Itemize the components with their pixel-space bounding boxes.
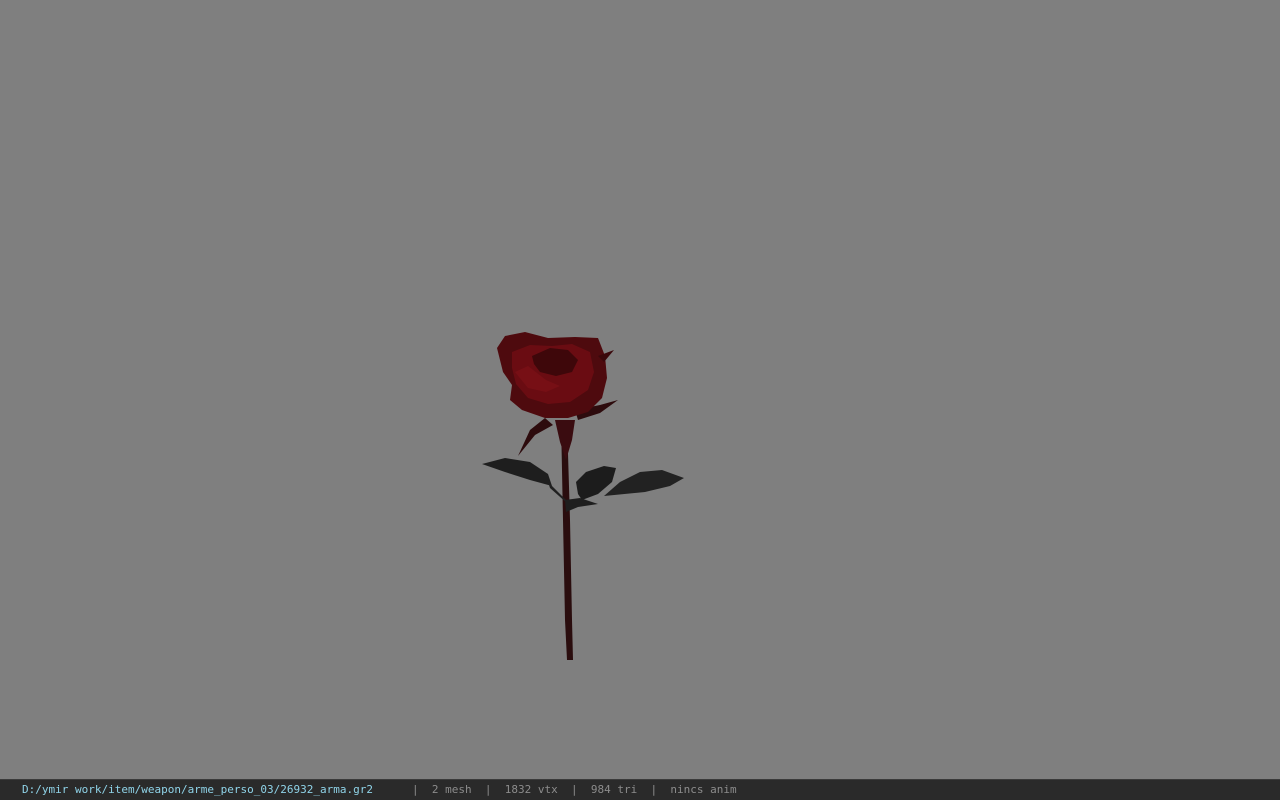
rose-sepal-left xyxy=(518,418,553,456)
rose-sepal-mid xyxy=(555,420,575,460)
separator: | xyxy=(412,783,419,796)
separator: | xyxy=(650,783,658,796)
rose-leaf-left xyxy=(482,458,552,486)
vertex-count: 1832 vtx xyxy=(504,783,558,796)
rose-model[interactable] xyxy=(0,0,1280,779)
model-viewport[interactable] xyxy=(0,0,1280,779)
animation-status: nincs anim xyxy=(670,783,737,796)
status-bar: D:/ymir work/item/weapon/arme_perso_03/2… xyxy=(0,779,1280,800)
separator: | xyxy=(484,783,492,796)
mesh-count: 2 mesh xyxy=(431,783,472,796)
separator: | xyxy=(570,783,578,796)
rose-leaf-base xyxy=(565,498,598,512)
file-path: D:/ymir work/item/weapon/arme_perso_03/2… xyxy=(22,783,373,796)
model-stats: | 2 mesh | 1832 vtx | 984 tri | nincs an… xyxy=(412,780,737,800)
rose-leaf-right xyxy=(604,470,684,496)
triangle-count: 984 tri xyxy=(590,783,638,796)
